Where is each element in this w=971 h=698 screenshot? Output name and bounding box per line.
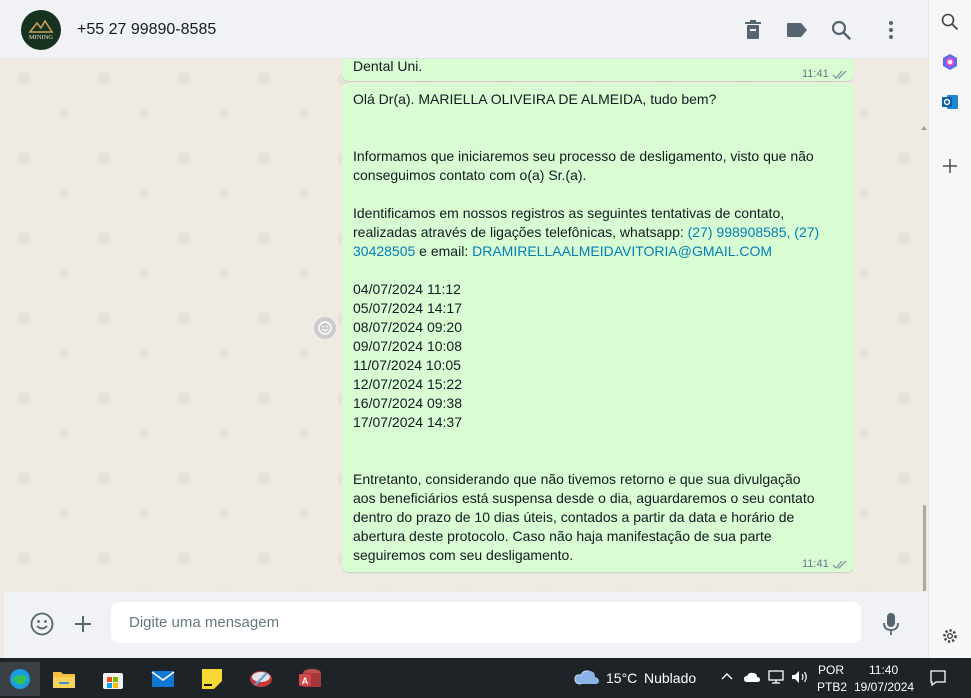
sticky-notes-taskbar-app[interactable] (192, 662, 232, 696)
copilot-icon[interactable] (940, 52, 960, 72)
scroll-up-arrow-icon[interactable] (920, 125, 928, 131)
date-entry: 08/07/2024 09:20 (353, 319, 462, 335)
message-body: Olá Dr(a). MARIELLA OLIVEIRA DE ALMEIDA,… (353, 91, 824, 563)
access-icon: A (299, 669, 321, 687)
network-icon[interactable] (767, 670, 785, 684)
microphone-icon[interactable] (877, 610, 905, 638)
scrollbar-thumb[interactable] (923, 505, 926, 591)
message-composer (4, 592, 928, 658)
settings-icon[interactable] (940, 626, 960, 646)
windows-taskbar: A 15°C Nublado POR PTB2 11:40 19/07/2024 (0, 658, 971, 698)
message-bubble-main[interactable]: Olá Dr(a). MARIELLA OLIVEIRA DE ALMEIDA,… (342, 83, 854, 572)
emoji-icon[interactable] (28, 610, 56, 638)
label-icon[interactable] (784, 17, 810, 43)
double-check-icon (832, 560, 847, 569)
date-entry: 11/07/2024 10:05 (353, 357, 461, 373)
smiley-icon (318, 321, 332, 335)
outlook-icon[interactable] (940, 92, 960, 112)
react-emoji-button[interactable] (314, 317, 336, 339)
whatsapp-window: MINING +55 27 99890-8585 Dental Uni. 11:… (0, 0, 928, 658)
snipping-tool-icon (250, 671, 272, 687)
weather-description[interactable]: Nublado (644, 670, 696, 686)
chevron-up-icon[interactable] (721, 672, 733, 680)
snipping-tool-taskbar-app[interactable] (241, 662, 281, 696)
delete-icon[interactable] (740, 17, 766, 43)
chat-header: MINING +55 27 99890-8585 (0, 0, 928, 59)
message-paragraph-3: Entretanto, considerando que não tivemos… (353, 471, 819, 563)
chat-scrollbar[interactable] (920, 125, 928, 591)
message-paragraph-1: Informamos que iniciaremos seu processo … (353, 148, 818, 183)
more-icon[interactable] (878, 17, 904, 43)
contact-avatar[interactable]: MINING (21, 10, 61, 50)
browser-sidebar (928, 0, 971, 658)
svg-text:MINING: MINING (29, 34, 53, 41)
folder-icon (53, 672, 75, 688)
onedrive-icon[interactable] (743, 671, 761, 683)
date-entry: 12/07/2024 15:22 (353, 376, 462, 392)
contact-name[interactable]: +55 27 99890-8585 (77, 21, 216, 39)
store-icon (103, 673, 123, 689)
mail-taskbar-app[interactable] (143, 662, 183, 696)
chat-area: Dental Uni. 11:41 Olá Dr(a). MARIELLA OL… (4, 59, 928, 591)
edge-taskbar-app[interactable] (0, 662, 40, 696)
volume-icon[interactable] (791, 670, 809, 684)
date-entry: 16/07/2024 09:38 (353, 395, 462, 411)
message-greeting: Olá Dr(a). MARIELLA OLIVEIRA DE ALMEIDA,… (353, 91, 717, 107)
input-language[interactable]: POR (818, 663, 844, 677)
date-entry: 04/07/2024 11:12 (353, 281, 461, 297)
keyboard-layout[interactable]: PTB2 (817, 680, 847, 694)
notification-icon[interactable] (929, 669, 947, 687)
message-input[interactable] (111, 602, 861, 643)
store-taskbar-app[interactable] (93, 662, 133, 696)
message-time: 11:41 (802, 65, 848, 84)
logo-icon: MINING (28, 19, 53, 41)
sticky-notes-icon (202, 669, 222, 689)
message-text: Dental Uni. (353, 59, 423, 74)
search-icon[interactable] (940, 12, 960, 32)
date-entry: 17/07/2024 14:37 (353, 414, 462, 430)
attach-plus-icon[interactable] (69, 610, 97, 638)
cloud-weather-icon[interactable] (574, 668, 600, 686)
message-bubble-previous[interactable]: Dental Uni. 11:41 (342, 59, 854, 81)
search-icon[interactable] (828, 17, 854, 43)
double-check-icon (832, 70, 847, 79)
svg-text:A: A (302, 676, 309, 686)
date-entry: 09/07/2024 10:08 (353, 338, 462, 354)
clock-date[interactable]: 19/07/2024 (854, 680, 914, 694)
file-explorer-taskbar-app[interactable] (44, 662, 84, 696)
mail-icon (151, 671, 175, 687)
edge-icon (10, 669, 30, 689)
clock-time[interactable]: 11:40 (869, 663, 898, 677)
weather-temperature[interactable]: 15°C (606, 670, 637, 686)
date-entry: 05/07/2024 14:17 (353, 300, 462, 316)
message-time: 11:41 (802, 555, 848, 574)
access-taskbar-app[interactable]: A (290, 662, 330, 696)
add-icon[interactable] (940, 156, 960, 176)
email-link[interactable]: DRAMIRELLAALMEIDAVITORIA@GMAIL.COM (472, 243, 772, 259)
